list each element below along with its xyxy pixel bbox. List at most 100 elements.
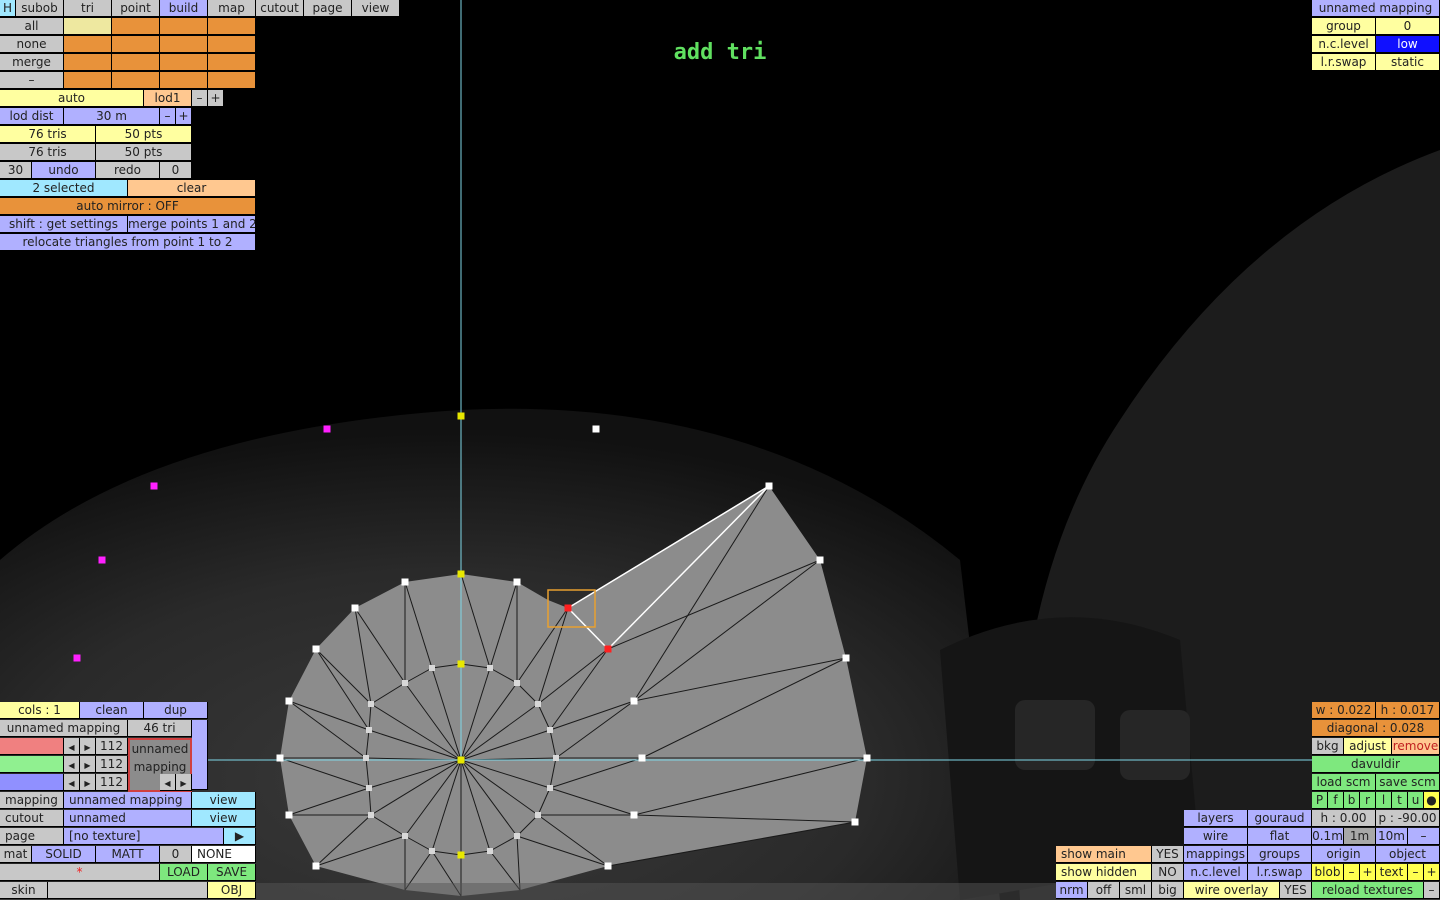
save-scm-button[interactable]: save scm	[1376, 774, 1440, 791]
filter-swatch[interactable]	[208, 72, 256, 89]
flag-toggle[interactable]: u	[1408, 792, 1424, 809]
filter-swatch[interactable]	[112, 72, 160, 89]
groups-button[interactable]: groups	[1248, 846, 1312, 863]
wire-button[interactable]: wire	[1184, 828, 1248, 845]
color-value[interactable]: 112	[96, 738, 128, 755]
slider-right[interactable]: ▶	[80, 774, 96, 791]
menu-point[interactable]: point	[112, 0, 160, 17]
lod-plus[interactable]: +	[208, 90, 224, 107]
filter-swatch[interactable]	[112, 54, 160, 71]
filter-swatch[interactable]	[64, 72, 112, 89]
normals-big[interactable]: big	[1152, 882, 1184, 899]
nclevel-button[interactable]: n.c.level	[1184, 864, 1248, 881]
text-plus[interactable]: +	[1424, 864, 1440, 881]
lrswap-button[interactable]: l.r.swap	[1248, 864, 1312, 881]
merge-points-button[interactable]: merge points 1 and 2	[128, 216, 256, 233]
show-hidden-value[interactable]: NO	[1152, 864, 1184, 881]
menu-page[interactable]: page	[304, 0, 352, 17]
lod-minus[interactable]: –	[192, 90, 208, 107]
page-select[interactable]: [no texture]	[64, 828, 224, 845]
slider-right[interactable]: ▶	[80, 756, 96, 773]
skin-button[interactable]: skin	[0, 882, 48, 899]
mat-none[interactable]: NONE	[192, 846, 256, 863]
normals-small[interactable]: sml	[1120, 882, 1152, 899]
flag-toggle[interactable]: r	[1360, 792, 1376, 809]
swatch-left[interactable]: ◀	[160, 774, 176, 791]
menu-view[interactable]: view	[352, 0, 400, 17]
slider-left[interactable]: ◀	[64, 738, 80, 755]
mat-solid[interactable]: SOLID	[32, 846, 96, 863]
reload-textures-button[interactable]: reload textures	[1312, 882, 1424, 899]
mapping-view-button[interactable]: view	[192, 792, 256, 809]
color-slider[interactable]	[0, 756, 64, 773]
filter-swatch[interactable]	[112, 36, 160, 53]
page-play-button[interactable]: ▶	[224, 828, 256, 845]
step-minus[interactable]: –	[1408, 828, 1440, 845]
lrswap-value[interactable]: static	[1376, 54, 1440, 71]
cols-button[interactable]: cols : 1	[0, 702, 80, 719]
normals-button[interactable]: nrm	[1056, 882, 1088, 899]
wire-overlay-value[interactable]: YES	[1280, 882, 1312, 899]
step-10m[interactable]: 10m	[1376, 828, 1408, 845]
skin-field[interactable]	[48, 882, 208, 899]
menu-build[interactable]: build	[160, 0, 208, 17]
filter-swatch[interactable]	[208, 54, 256, 71]
show-main-value[interactable]: YES	[1152, 846, 1184, 863]
filter-swatch[interactable]	[160, 36, 208, 53]
blob-plus[interactable]: +	[1360, 864, 1376, 881]
mat-matt[interactable]: MATT	[96, 846, 160, 863]
menu-h[interactable]: H	[0, 0, 16, 17]
color-slider[interactable]	[0, 774, 64, 791]
relocate-triangles-button[interactable]: relocate triangles from point 1 to 2	[0, 234, 256, 251]
filter-none[interactable]: none	[0, 36, 64, 53]
undo-button[interactable]: undo	[32, 162, 96, 179]
filter-swatch[interactable]	[160, 72, 208, 89]
slider-left[interactable]: ◀	[64, 756, 80, 773]
clean-button[interactable]: clean	[80, 702, 144, 719]
load-button[interactable]: LOAD	[160, 864, 208, 881]
filter-swatch[interactable]	[208, 18, 256, 35]
normals-off[interactable]: off	[1088, 882, 1120, 899]
load-scm-button[interactable]: load scm	[1312, 774, 1376, 791]
flag-toggle[interactable]: t	[1392, 792, 1408, 809]
object-button[interactable]: object	[1376, 846, 1440, 863]
lod-auto[interactable]: auto	[0, 90, 144, 107]
filter-swatch[interactable]	[208, 36, 256, 53]
lod-level[interactable]: lod1	[144, 90, 192, 107]
reload-minus[interactable]: –	[1424, 882, 1440, 899]
obj-button[interactable]: OBJ	[208, 882, 256, 899]
group-value[interactable]: 0	[1376, 18, 1440, 35]
slider-right[interactable]: ▶	[80, 738, 96, 755]
step-1m[interactable]: 1m	[1344, 828, 1376, 845]
filter-all[interactable]: all	[0, 18, 64, 35]
lod-dist-plus[interactable]: +	[176, 108, 192, 125]
dup-button[interactable]: dup	[144, 702, 208, 719]
filter-dash[interactable]: –	[0, 72, 64, 89]
filter-merge[interactable]: merge	[0, 54, 64, 71]
show-main-button[interactable]: show main	[1056, 846, 1152, 863]
blob-button[interactable]: blob	[1312, 864, 1344, 881]
cutout-view-button[interactable]: view	[192, 810, 256, 827]
menu-cutout[interactable]: cutout	[256, 0, 304, 17]
gouraud-button[interactable]: gouraud	[1248, 810, 1312, 827]
wire-overlay-button[interactable]: wire overlay	[1184, 882, 1280, 899]
flag-toggle[interactable]: b	[1344, 792, 1360, 809]
adjust-button[interactable]: adjust	[1344, 738, 1392, 755]
swatch-right[interactable]: ▶	[176, 774, 192, 791]
cutout-select[interactable]: unnamed	[64, 810, 192, 827]
shift-get-settings[interactable]: shift : get settings	[0, 216, 128, 233]
menu-subob[interactable]: subob	[16, 0, 64, 17]
flag-toggle[interactable]: ●	[1424, 792, 1440, 809]
menu-tri[interactable]: tri	[64, 0, 112, 17]
redo-button[interactable]: redo	[96, 162, 160, 179]
color-slider[interactable]	[0, 738, 64, 755]
show-hidden-button[interactable]: show hidden	[1056, 864, 1152, 881]
flag-toggle[interactable]: P	[1312, 792, 1328, 809]
scrollbar[interactable]	[192, 720, 208, 790]
color-value[interactable]: 112	[96, 774, 128, 791]
lod-dist-minus[interactable]: –	[160, 108, 176, 125]
flag-toggle[interactable]: f	[1328, 792, 1344, 809]
remove-button[interactable]: remove	[1392, 738, 1440, 755]
flag-toggle[interactable]: l	[1376, 792, 1392, 809]
filter-swatch[interactable]	[160, 18, 208, 35]
